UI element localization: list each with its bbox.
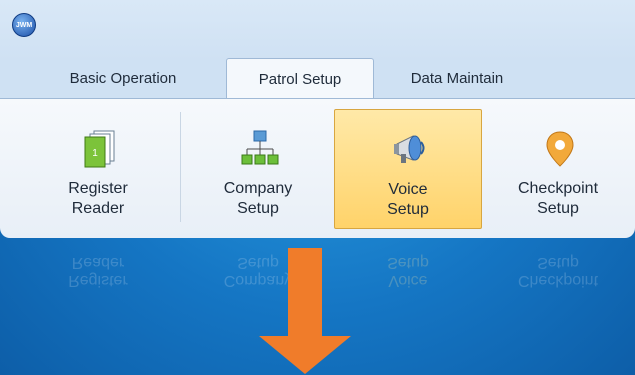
tab-basic-operation[interactable]: Basic Operation <box>48 60 198 98</box>
org-chart-icon <box>241 130 279 165</box>
app-window: JWM Basic Operation Patrol Setup Data Ma… <box>0 0 635 238</box>
ribbon-tabs: Basic Operation Patrol Setup Data Mainta… <box>0 58 635 100</box>
svg-text:1: 1 <box>92 148 98 159</box>
tab-data-maintain[interactable]: Data Maintain <box>392 60 522 98</box>
app-logo-icon: JWM <box>12 13 36 37</box>
megaphone-icon <box>394 135 425 163</box>
tab-patrol-setup[interactable]: Patrol Setup <box>226 58 374 99</box>
checkpoint-setup-label: Checkpoint Setup <box>517 180 599 217</box>
reader-icon: 1 <box>84 130 115 168</box>
ribbon-separator <box>180 112 181 222</box>
voice-setup-label: Voice Setup <box>387 181 429 218</box>
down-arrow-icon <box>288 248 322 338</box>
title-bar: JWM <box>0 0 635 60</box>
down-arrow-head <box>259 336 351 374</box>
company-setup-label: Company Setup <box>223 180 293 217</box>
voice-setup-button[interactable]: Voice Setup <box>334 109 482 229</box>
location-pin-icon <box>546 131 574 167</box>
register-reader-label: Register Reader <box>68 180 128 217</box>
checkpoint-setup-button[interactable]: Checkpoint Setup <box>498 109 618 229</box>
company-setup-button[interactable]: Company Setup <box>198 109 318 229</box>
register-reader-button[interactable]: 1 Register Reader <box>38 109 158 229</box>
ribbon-panel: 1 Register Reader Company Setup Voice Se… <box>0 98 635 238</box>
